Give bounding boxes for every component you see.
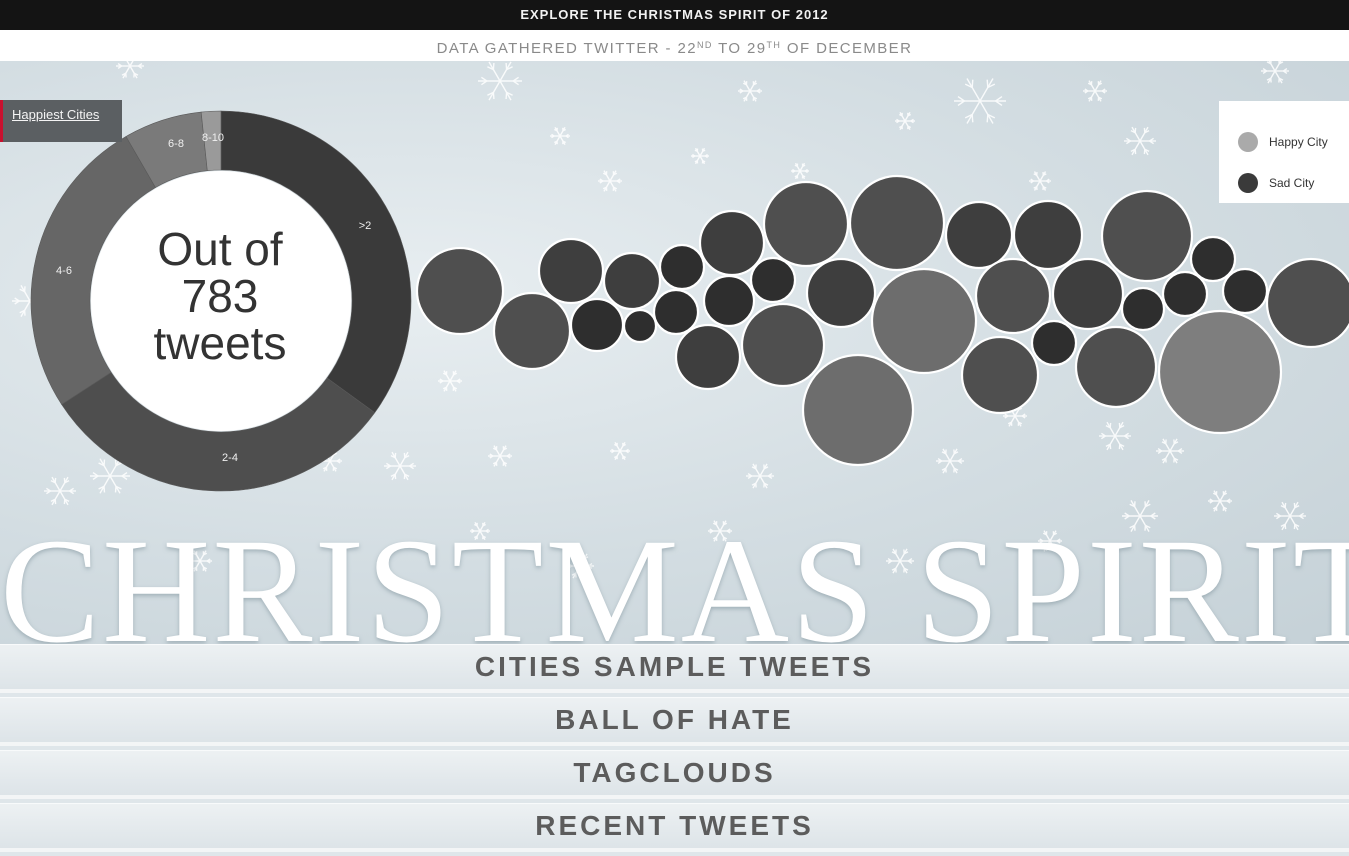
city-bubble[interactable] <box>805 257 877 329</box>
donut-center-line-2: 783 <box>181 270 259 322</box>
city-bubble[interactable] <box>1161 270 1209 318</box>
city-bubble[interactable] <box>1030 319 1078 367</box>
city-bubble[interactable] <box>801 353 915 467</box>
nav-recent-tweets[interactable]: RECENT TWEETS <box>0 803 1349 852</box>
data-range-subtitle: DATA GATHERED TWITTER - 22ND TO 29TH OF … <box>0 30 1349 61</box>
subtitle-prefix: DATA GATHERED TWITTER - 22 <box>436 40 697 57</box>
happy-city-swatch <box>1238 131 1258 152</box>
donut-label: 4-6 <box>56 265 72 277</box>
subtitle-sup-2: TH <box>766 40 782 50</box>
city-bubbles <box>415 174 1349 467</box>
city-bubble[interactable] <box>944 200 1014 270</box>
city-bubble[interactable] <box>762 180 850 268</box>
donut-center-line-3: tweets <box>153 317 287 369</box>
nav-label: RECENT TWEETS <box>535 810 814 841</box>
city-bubble[interactable] <box>749 256 797 304</box>
legend-item-happy: Happy City <box>1238 121 1349 162</box>
city-bubble[interactable] <box>702 274 756 328</box>
subtitle-suffix: OF DECEMBER <box>781 40 913 57</box>
page-title: EXPLORE THE CHRISTMAS SPIRIT OF 2012 <box>520 7 829 22</box>
subtitle-sup-1: ND <box>696 40 713 50</box>
christmas-spirit-heading: CHRISTMAS SPIRIT <box>0 508 1349 644</box>
donut-center-label: Out of 783 tweets <box>120 226 320 367</box>
legend-label-happy: Happy City <box>1269 134 1328 149</box>
city-bubble[interactable] <box>974 257 1052 335</box>
page-title-bar: EXPLORE THE CHRISTMAS SPIRIT OF 2012 <box>0 0 1349 30</box>
city-bubble[interactable] <box>1120 286 1166 332</box>
city-bubble[interactable] <box>658 243 706 291</box>
sad-city-swatch <box>1238 172 1258 193</box>
donut-center-line-1: Out of <box>157 223 283 275</box>
city-bubble[interactable] <box>1157 309 1283 435</box>
city-bubble[interactable] <box>1074 325 1158 409</box>
nav-tagclouds[interactable]: TAGCLOUDS <box>0 750 1349 799</box>
city-bubble[interactable] <box>602 251 662 311</box>
hero-visualization: Happiest Cities >2 2-4 4-6 6-8 8-10 Out of 7… <box>0 61 1349 644</box>
city-bubble[interactable] <box>1189 235 1237 283</box>
city-bubble[interactable] <box>537 237 605 305</box>
city-bubble[interactable] <box>652 288 700 336</box>
city-bubble[interactable] <box>622 308 658 344</box>
nav-label: BALL OF HATE <box>555 704 794 735</box>
happiest-cities-tab[interactable]: Happiest Cities <box>0 100 122 142</box>
subtitle-mid: TO 29 <box>712 40 767 57</box>
nav-cities-sample-tweets[interactable]: CITIES SAMPLE TWEETS <box>0 644 1349 693</box>
city-bubble[interactable] <box>415 246 505 336</box>
city-bubble[interactable] <box>1265 257 1349 349</box>
legend-item-sad: Sad City <box>1238 162 1349 203</box>
donut-label: 8-10 <box>202 132 224 144</box>
city-bubble[interactable] <box>492 291 572 371</box>
nav-label: CITIES SAMPLE TWEETS <box>474 651 875 682</box>
city-bubble[interactable] <box>960 335 1040 415</box>
donut-label: 2-4 <box>222 452 238 464</box>
city-bubble[interactable] <box>1221 267 1269 315</box>
happiest-cities-tab-label: Happiest Cities <box>12 107 100 122</box>
city-bubble[interactable] <box>569 297 625 353</box>
city-bubble[interactable] <box>1100 189 1194 283</box>
city-bubble[interactable] <box>698 209 766 277</box>
city-bubble[interactable] <box>870 267 978 375</box>
nav-label: TAGCLOUDS <box>573 757 776 788</box>
nav-ball-of-hate[interactable]: BALL OF HATE <box>0 697 1349 746</box>
donut-label: 6-8 <box>168 138 184 150</box>
city-bubble[interactable] <box>1051 257 1125 331</box>
legend: Happy City Sad City <box>1219 101 1349 203</box>
city-bubble[interactable] <box>740 302 826 388</box>
city-bubble[interactable] <box>848 174 946 272</box>
city-bubble[interactable] <box>1012 199 1084 271</box>
city-bubble[interactable] <box>674 323 742 391</box>
donut-label: >2 <box>359 220 372 232</box>
legend-label-sad: Sad City <box>1269 175 1315 190</box>
